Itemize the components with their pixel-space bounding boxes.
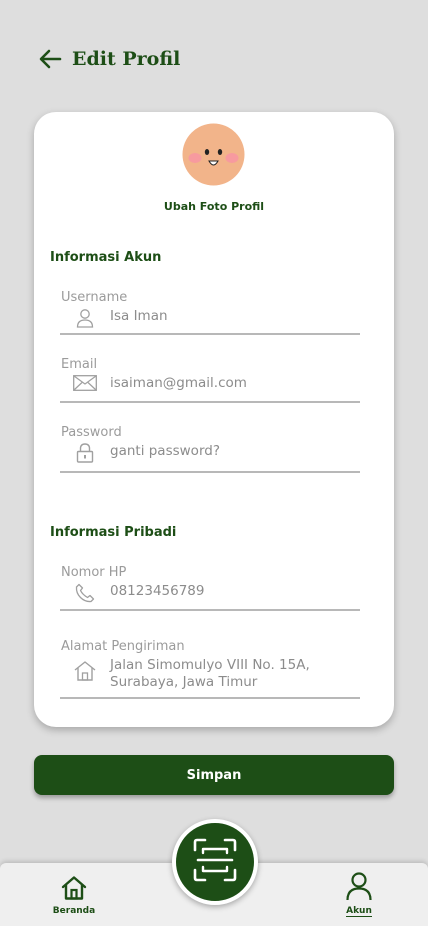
- home-icon: [61, 875, 87, 905]
- avatar[interactable]: [182, 123, 245, 186]
- username-value: Isa Iman: [110, 308, 168, 324]
- password-label: Password: [61, 425, 122, 440]
- nav-label-akun: Akun: [346, 906, 372, 917]
- phone-field[interactable]: Nomor HP 08123456789: [60, 565, 360, 611]
- password-value[interactable]: ganti password?: [110, 441, 220, 460]
- nav-item-akun[interactable]: Akun: [336, 871, 382, 917]
- account-section-title: Informasi Akun: [50, 250, 162, 265]
- divider: [60, 401, 360, 403]
- username-field[interactable]: Username Isa Iman: [60, 290, 360, 335]
- divider: [60, 333, 360, 335]
- envelope-icon: [60, 373, 110, 391]
- phone-value: 08123456789: [110, 583, 205, 599]
- nav-item-beranda[interactable]: Beranda: [52, 875, 96, 916]
- user-icon: [345, 871, 373, 905]
- user-icon: [60, 306, 110, 328]
- nav-label-beranda: Beranda: [52, 906, 96, 916]
- profile-card: Ubah Foto Profil Informasi Akun Username…: [34, 112, 394, 727]
- scan-button[interactable]: [172, 819, 258, 905]
- password-field[interactable]: Password ganti password?: [60, 425, 360, 473]
- divider: [60, 697, 360, 699]
- email-field[interactable]: Email isaiman@gmail.com: [60, 357, 360, 403]
- page-header: Edit Profil: [38, 46, 180, 72]
- save-button[interactable]: Simpan: [34, 755, 394, 795]
- email-label: Email: [61, 357, 98, 372]
- page-title: Edit Profil: [72, 48, 181, 70]
- address-label: Alamat Pengiriman: [61, 639, 185, 654]
- address-value: Jalan Simomulyo VIII No. 15A, Surabaya, …: [110, 655, 310, 691]
- address-line-2: Surabaya, Jawa Timur: [110, 674, 258, 690]
- personal-section-title: Informasi Pribadi: [50, 525, 177, 540]
- address-line-1: Jalan Simomulyo VIII No. 15A,: [110, 657, 310, 673]
- lock-icon: [60, 441, 110, 463]
- scan-icon: [193, 838, 237, 886]
- username-label: Username: [61, 290, 128, 305]
- phone-label: Nomor HP: [61, 565, 127, 580]
- phone-icon: [60, 581, 110, 603]
- divider: [60, 609, 360, 611]
- divider: [60, 471, 360, 473]
- email-value: isaiman@gmail.com: [110, 375, 247, 391]
- change-photo-link[interactable]: Ubah Foto Profil: [34, 200, 394, 213]
- home-icon: [60, 655, 110, 681]
- address-field[interactable]: Alamat Pengiriman Jalan Simomulyo VIII N…: [60, 639, 360, 699]
- back-arrow-icon[interactable]: [38, 46, 62, 72]
